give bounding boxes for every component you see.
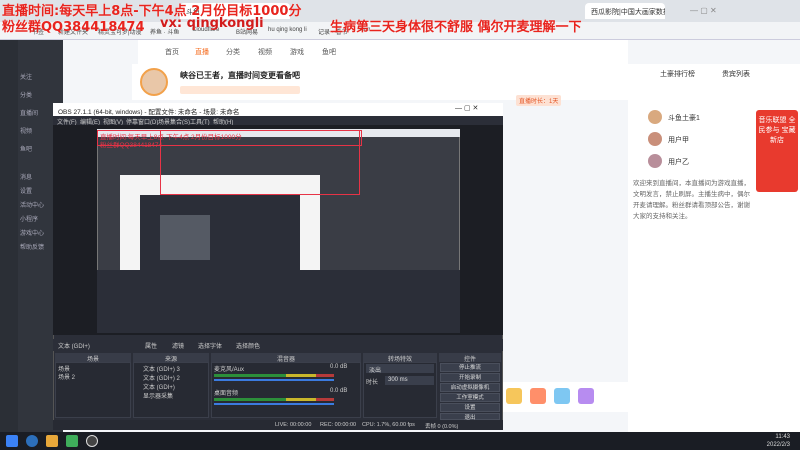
overlay-fans-group: 粉丝群QQ384418474 [2,20,145,35]
volume-slider[interactable] [214,403,334,405]
window-controls-icon[interactable]: — ▢ ✕ [690,6,717,15]
user-avatar [648,110,662,124]
ad-banner[interactable]: 音乐联盟 全民参与 宝藏新店 [756,110,798,192]
user-avatar [648,154,662,168]
nav-item[interactable]: 鱼吧 [322,47,336,57]
side-menu-item[interactable]: 关注 [20,72,32,81]
source-item[interactable]: 文本 (GDI+) 2 [143,373,180,382]
dropped-status: 丢帧 0 (0.0%) [425,424,459,430]
source-item[interactable]: 文本 (GDI+) 3 [143,364,180,373]
chat-notice: 欢迎来到直播间，本直播间为游戏直播，文明发言，禁止刷屏。主播生病中，偶尔开麦请理… [633,180,750,220]
controls-dock-title: 控件 [439,353,501,363]
start-icon[interactable] [6,435,18,447]
audio-meter [214,398,334,401]
audio-meter [214,374,334,377]
nav-item[interactable]: 直播 [195,47,209,57]
volume-slider[interactable] [214,379,334,381]
duration-input[interactable]: 300 ms [385,376,434,385]
rank-user: 斗鱼土豪1 [668,115,700,122]
vip-tab[interactable]: 贵宾列表 [722,69,750,79]
filters-button[interactable]: 滤镜 [172,341,184,350]
settings-button[interactable]: 设置 [440,403,500,412]
mixer-db: 0.0 dB [330,388,348,394]
site-header [138,40,628,64]
mixer-db: 0.0 dB [330,364,348,370]
app-icon[interactable] [46,435,58,447]
source-item[interactable]: 显示器采集 [143,391,173,400]
gift-icon[interactable] [554,388,570,404]
captured-obs-docks [97,270,460,333]
exit-button[interactable]: 退出 [440,413,500,421]
scene-item[interactable]: 场景 2 [58,372,75,381]
overlay-vx: vx: qingkongli [160,16,264,31]
rank-tab[interactable]: 土豪排行榜 [660,69,695,79]
side-menu-item[interactable]: 游戏中心 [20,228,44,237]
virtual-camera-button[interactable]: 启动虚拟摄像机 [440,383,500,392]
stop-streaming-button[interactable]: 停止推流 [440,363,500,372]
gift-icon[interactable] [506,388,522,404]
rank-user: 用户乙 [668,159,689,166]
windows-taskbar [0,432,800,450]
side-menu-item[interactable]: 鱼吧 [20,144,32,153]
side-menu-item[interactable]: 小程序 [20,214,38,223]
browser-tab-right[interactable]: 西瓜影院|中国大画家数据大库 [585,3,665,19]
user-avatar [648,132,662,146]
streamer-avatar[interactable] [140,68,168,96]
font-button[interactable]: 选择字体 [198,341,222,350]
side-menu-item[interactable]: 消息 [20,172,32,181]
properties-button[interactable]: 属性 [145,341,157,350]
nested-capture-3 [160,215,210,260]
mixer-dock-title: 混音器 [211,353,361,363]
selected-source-label: 文本 (GDI+) [58,344,90,350]
transition-select[interactable]: 淡出 [366,364,434,374]
browser-sidebar [0,40,18,432]
side-menu-item[interactable]: 直播间 [20,108,38,117]
live-status: LIVE: 00:00:00 [275,422,312,428]
gift-icon[interactable] [530,388,546,404]
search-icon[interactable] [26,435,38,447]
transitions-dock-title: 转场特效 [363,353,437,363]
window-controls-icon[interactable]: — ▢ ✕ [455,104,478,112]
nav-item[interactable]: 首页 [165,47,179,57]
mixer-channel-label: 麦克风/Aux [214,367,245,373]
side-menu-item[interactable]: 视频 [20,126,32,135]
color-button[interactable]: 选择颜色 [236,341,260,350]
overlay-notice: 生病第三天身体很不舒服 偶尔开麦理解一下 [330,20,582,35]
source-item[interactable]: 文本 (GDI+) [143,382,175,391]
obs-title-bar: OBS 27.1.1 (64-bit, windows) - 配置文件: 未命名… [53,103,503,116]
nav-item[interactable]: 视频 [258,47,272,57]
clock-date: 2022/2/3 [766,442,790,448]
live-duration-badge: 直播时长：1天 [516,95,562,106]
gift-icon[interactable] [578,388,594,404]
stream-title: 峡谷已王者，直播时间变更看备吧 [180,71,300,80]
nav-item[interactable]: 分类 [226,47,240,57]
studio-mode-button[interactable]: 工作室模式 [440,393,500,402]
bookmark-item[interactable]: hu qing kong li [268,27,307,33]
app-icon[interactable] [66,435,78,447]
mixer-channel-label: 桌面音频 [214,391,239,397]
side-menu-item[interactable]: 活动中心 [20,200,44,209]
taskbar-clock[interactable]: 11:43 2022/2/3 [750,433,790,449]
nav-item[interactable]: 游戏 [290,47,304,57]
start-recording-button[interactable]: 开始录制 [440,373,500,382]
source-toolbar [53,339,503,351]
obs-icon[interactable] [86,435,98,447]
clock-time: 11:43 [775,434,790,440]
scenes-dock-title: 场景 [55,353,131,363]
rank-user: 用户甲 [668,137,689,144]
side-menu-item[interactable]: 设置 [20,186,32,195]
cpu-status: CPU: 1.7%, 60.00 fps [362,422,415,428]
side-menu-item[interactable]: 分类 [20,90,32,99]
rec-status: REC: 00:00:00 [320,422,357,428]
sources-dock-title: 来源 [133,353,209,363]
captured-overlay-fans: 粉丝群QQ384418474 [100,142,163,149]
duration-label: 时长 [366,380,379,386]
streamer-tag [180,86,300,94]
side-menu-item[interactable]: 帮助反馈 [20,242,44,251]
